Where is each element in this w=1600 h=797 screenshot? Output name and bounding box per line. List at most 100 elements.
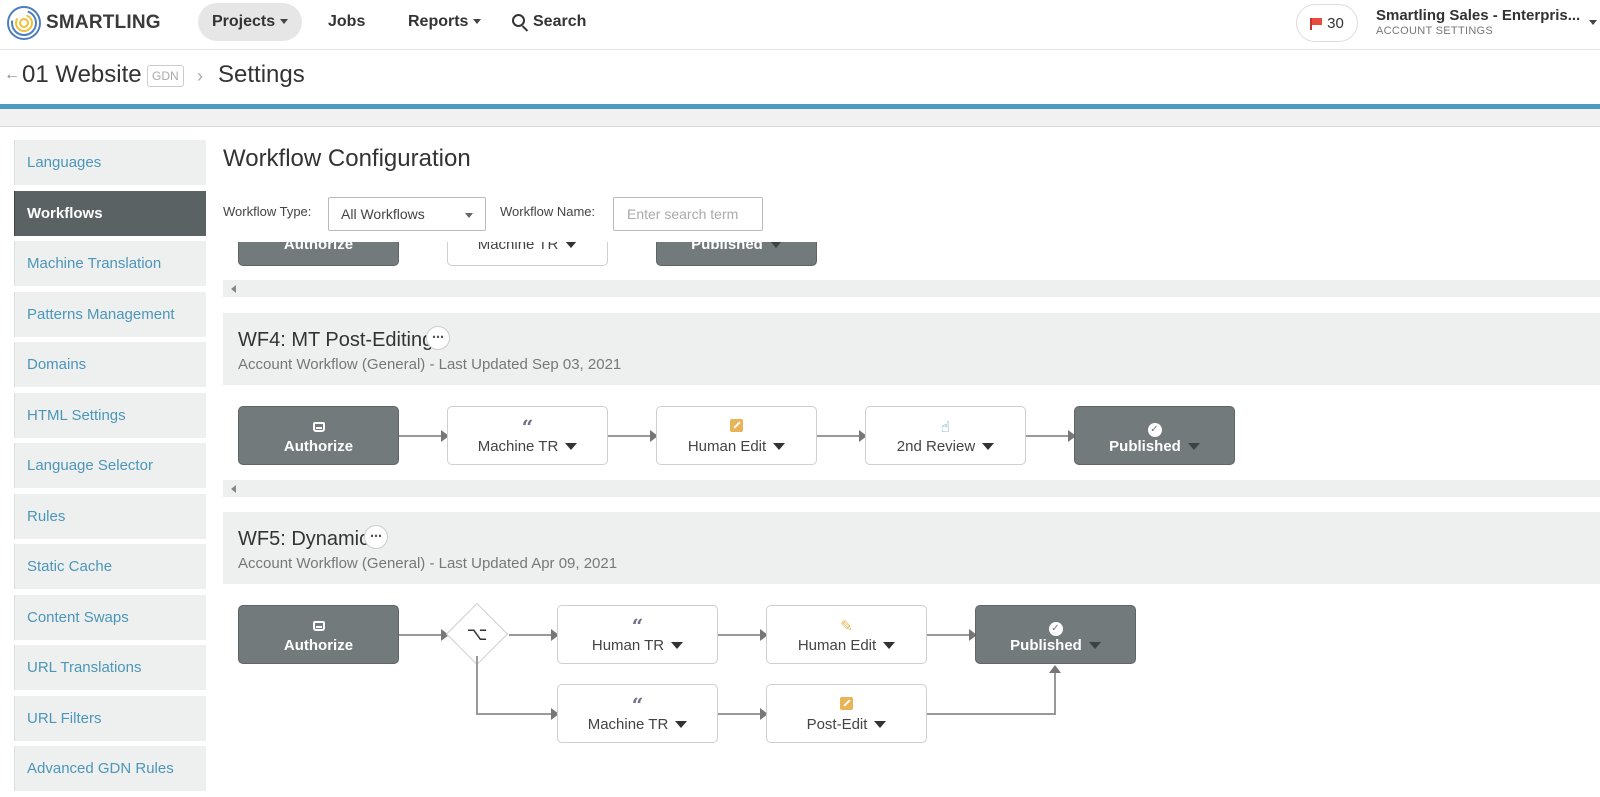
sidebar-item-domains[interactable]: Domains [14,342,206,387]
nav-search[interactable]: Search [498,3,600,41]
more-options-icon[interactable]: ⋯ [364,525,388,549]
chevron-down-icon [465,213,473,218]
workflow-step[interactable]: Published [656,242,817,266]
horizontal-scrollbar[interactable] [223,280,1600,297]
issues-button[interactable]: 30 [1296,4,1358,42]
workflow-title: WF4: MT Post-Editing [238,329,434,351]
caret-down-icon[interactable] [883,642,896,649]
step-label: Machine TR [477,438,559,455]
workflow-type-select[interactable]: All Workflows [328,197,486,231]
issues-count: 30 [1327,14,1344,32]
workflow-step-published[interactable]: ✓ Published [975,605,1136,664]
caret-down-icon[interactable] [565,242,578,248]
caret-down-icon[interactable] [982,443,995,450]
nav-jobs-label: Jobs [328,13,366,30]
workflow-step-2nd-review[interactable]: ☝ 2nd Review [865,406,1026,465]
branch-connector [476,656,478,714]
workflow-step[interactable]: Machine TR [447,242,608,266]
step-label: Post-Edit [806,716,868,733]
sidebar-item-html-settings[interactable]: HTML Settings [14,392,206,438]
step-label: Human Edit [797,637,877,654]
page-title: Settings [218,61,305,88]
sidebar-item-patterns-management[interactable]: Patterns Management [14,291,206,337]
inbox-icon [312,621,325,631]
chevron-down-icon[interactable] [1589,20,1597,25]
workflow-step-machine-tr[interactable]: “ Machine TR [557,684,718,743]
chevron-right-icon: › [197,66,203,86]
caret-down-icon[interactable] [1088,642,1101,649]
sidebar-item-machine-translation[interactable]: Machine Translation [14,241,206,286]
sidebar-item-advanced-gdn-rules[interactable]: Advanced GDN Rules [14,746,206,791]
smartling-logo-icon [7,6,41,40]
top-navigation: SMARTLING Projects Jobs Reports Search 3… [0,0,1600,50]
workflow-step-published[interactable]: ✓ Published [1074,406,1235,465]
caret-down-icon[interactable] [675,721,688,728]
workflow-step[interactable]: Authorize [238,242,399,266]
connector-arrow [718,629,768,641]
back-arrow-icon[interactable]: ← [4,66,20,84]
branch-connector [927,713,1055,715]
horizontal-scrollbar[interactable] [223,480,1600,497]
more-options-icon[interactable]: ⋯ [426,326,450,350]
step-label: Published [691,242,763,253]
workflow-step-post-edit[interactable]: Post-Edit [766,684,927,743]
workflow-meta: Account Workflow (General) - Last Update… [238,555,618,572]
scroll-left-arrow-icon[interactable] [231,285,236,293]
nav-search-label: Search [533,13,587,30]
workflow-step-authorize[interactable]: Authorize [238,605,399,664]
branch-icon: ⌥ [466,624,488,644]
workflow-type-value: All Workflows [341,206,425,222]
sidebar-item-workflows[interactable]: Workflows [14,190,206,236]
workflow-step-human-edit[interactable]: Human Edit [656,406,817,465]
caret-down-icon[interactable] [874,721,887,728]
sidebar-item-languages[interactable]: Languages [14,140,206,185]
sidebar-item-url-filters[interactable]: URL Filters [14,695,206,741]
quote-icon: “ [631,693,644,717]
workflow-step-authorize[interactable]: Authorize [238,406,399,465]
nav-reports[interactable]: Reports [394,3,495,41]
connector-arrow [817,430,867,442]
caret-down-icon[interactable] [769,242,782,248]
settings-sidebar: Languages Workflows Machine Translation … [14,140,206,797]
sidebar-item-content-swaps[interactable]: Content Swaps [14,594,206,640]
step-label: Authorize [283,242,354,253]
step-label: Human TR [591,637,665,654]
workflow-step-machine-tr[interactable]: “ Machine TR [447,406,608,465]
step-label: Authorize [283,438,354,455]
sidebar-item-url-translations[interactable]: URL Translations [14,645,206,690]
workflow-step-human-tr[interactable]: “ Human TR [557,605,718,664]
sidebar-item-language-selector[interactable]: Language Selector [14,443,206,488]
step-label: Authorize [283,637,354,654]
workflow-type-label: Workflow Type: [223,204,312,219]
step-label: Human Edit [687,438,767,455]
caret-down-icon[interactable] [773,443,786,450]
connector-arrow [399,629,449,641]
search-icon [512,14,525,27]
caret-down-icon[interactable] [565,443,578,450]
breadcrumb-project[interactable]: 01 Website [22,61,142,89]
thumbs-up-icon: ☝ [940,419,951,436]
quote-icon: “ [521,415,534,439]
workflow-name-input[interactable] [613,197,763,231]
workflow-step-human-edit[interactable]: ✎ Human Edit [766,605,927,664]
caret-down-icon[interactable] [1187,443,1200,450]
account-switcher[interactable]: Smartling Sales - Enterpris... ACCOUNT S… [1376,7,1600,37]
sidebar-item-static-cache[interactable]: Static Cache [14,544,206,589]
inbox-icon [312,422,325,432]
scroll-left-arrow-icon[interactable] [231,485,236,493]
pencil-icon: ✎ [840,618,853,635]
sidebar-item-rules[interactable]: Rules [14,493,206,539]
connector-arrow [476,708,559,720]
chevron-down-icon [473,19,482,25]
workflow-title: WF5: Dynamic [238,528,370,550]
edit-icon [840,697,853,710]
caret-down-icon[interactable] [671,642,684,649]
connector-arrow [1026,430,1076,442]
smartling-logo[interactable]: SMARTLING [6,3,161,43]
workflow-name-label: Workflow Name: [500,204,596,219]
step-label: Published [1109,438,1181,455]
workflow-list[interactable]: Authorize Machine TR Published WF4: MT P… [223,242,1600,796]
nav-projects[interactable]: Projects [198,3,303,41]
breadcrumb: ← 01 Website GDN › Settings [0,50,1600,104]
nav-jobs[interactable]: Jobs [314,3,379,41]
